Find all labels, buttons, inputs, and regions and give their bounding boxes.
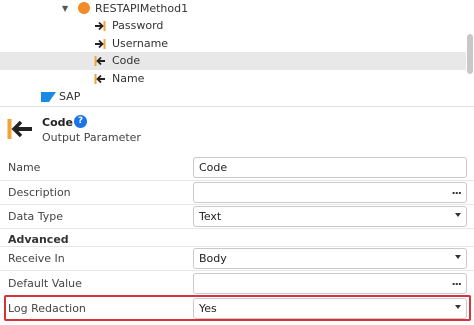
tree-item-sap[interactable]: SAP: [0, 88, 466, 106]
properties-header: Code ? Output Parameter: [0, 107, 474, 151]
help-icon[interactable]: ?: [74, 115, 87, 128]
highlight-box: [4, 295, 471, 321]
page-subtitle: Output Parameter: [42, 131, 141, 144]
tree-item-label: SAP: [59, 90, 81, 103]
tree-item-username[interactable]: Username: [0, 35, 466, 53]
property-label: Description: [8, 186, 71, 199]
receive-in-select[interactable]: Body: [193, 248, 467, 269]
tree-item-label: Username: [112, 37, 169, 50]
receive-in-value: Body: [199, 252, 227, 265]
tree-panel: ▼ RESTAPIMethod1 Password Username Code: [0, 0, 474, 107]
sap-logo-icon: [41, 92, 56, 102]
scrollbar-thumb[interactable]: [467, 34, 473, 74]
page-title: Code: [42, 116, 73, 129]
property-label: Receive In: [8, 252, 65, 265]
tree-item-label: Code: [112, 54, 141, 67]
property-data-type: Data Type Text: [0, 206, 474, 228]
output-parameter-icon: [94, 56, 105, 66]
divider: [0, 180, 474, 181]
tree-item-method-label: RESTAPIMethod1: [95, 2, 189, 15]
tree-item-label: Password: [112, 19, 164, 32]
divider: [0, 204, 474, 205]
tree-item-method[interactable]: ▼ RESTAPIMethod1: [0, 0, 466, 18]
more-options-button[interactable]: ...: [451, 184, 462, 197]
input-parameter-icon: [95, 21, 106, 31]
output-parameter-icon: [7, 119, 32, 139]
chevron-down-icon: [455, 255, 461, 259]
property-description: Description ...: [0, 182, 474, 204]
name-value: Code: [199, 161, 228, 174]
caret-down-icon[interactable]: ▼: [62, 4, 68, 13]
more-options-button[interactable]: ...: [451, 275, 462, 288]
name-field[interactable]: Code: [193, 157, 467, 178]
data-type-select[interactable]: Text: [193, 206, 467, 227]
tree-item-code[interactable]: Code: [0, 52, 466, 70]
property-label: Default Value: [8, 277, 82, 290]
tree-item-label: Name: [112, 72, 145, 85]
property-receive-in: Receive In Body: [0, 248, 474, 270]
input-parameter-icon: [95, 39, 106, 49]
data-type-value: Text: [199, 210, 222, 223]
section-title-advanced: Advanced: [8, 233, 69, 246]
rest-method-icon: [78, 2, 90, 14]
tree-item-password[interactable]: Password: [0, 17, 466, 35]
description-field[interactable]: ...: [193, 182, 467, 203]
property-label: Data Type: [8, 210, 64, 223]
property-default-value: Default Value ...: [0, 273, 474, 295]
divider: [0, 246, 474, 247]
property-name: Name Code: [0, 157, 474, 179]
property-label: Name: [8, 161, 41, 174]
divider: [0, 228, 474, 229]
default-value-field[interactable]: ...: [193, 273, 467, 294]
divider: [0, 270, 474, 271]
tree-item-name[interactable]: Name: [0, 70, 466, 88]
chevron-down-icon: [455, 213, 461, 217]
output-parameter-icon: [94, 74, 105, 84]
